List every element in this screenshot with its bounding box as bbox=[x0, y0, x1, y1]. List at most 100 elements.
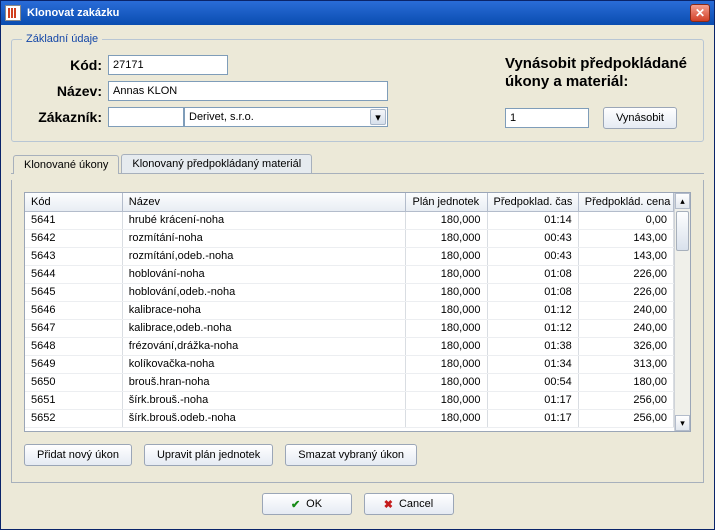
vertical-scrollbar[interactable]: ▴ ▾ bbox=[674, 193, 690, 431]
window-title: Klonovat zakázku bbox=[27, 7, 690, 19]
content: Základní údaje Kód: Název: Zákazník: ▾ bbox=[1, 25, 714, 529]
cell-cas: 00:43 bbox=[487, 247, 578, 265]
tab-panel: Kód Název Plán jednotek Předpoklad. čas … bbox=[11, 180, 704, 483]
cell-cena: 0,00 bbox=[578, 211, 673, 229]
cell-cena: 256,00 bbox=[578, 409, 673, 427]
zakaznik-id-input[interactable] bbox=[108, 107, 184, 127]
scroll-thumb[interactable] bbox=[676, 211, 689, 251]
cell-nazev: hoblování,odeb.-noha bbox=[122, 283, 406, 301]
cell-nazev: šírk.brouš.odeb.-noha bbox=[122, 409, 406, 427]
kod-input[interactable] bbox=[108, 55, 228, 75]
col-header-cas[interactable]: Předpoklad. čas bbox=[487, 193, 578, 211]
cell-cena: 313,00 bbox=[578, 355, 673, 373]
table-row[interactable]: 5648frézování,drážka-noha180,00001:38326… bbox=[25, 337, 674, 355]
cell-kod: 5644 bbox=[25, 265, 122, 283]
group-legend: Základní údaje bbox=[22, 33, 102, 45]
cancel-button[interactable]: ✖ Cancel bbox=[364, 493, 454, 515]
cell-nazev: kalibrace,odeb.-noha bbox=[122, 319, 406, 337]
check-icon: ✔ bbox=[291, 498, 300, 511]
table-row[interactable]: 5652šírk.brouš.odeb.-noha180,00001:17256… bbox=[25, 409, 674, 427]
window: Klonovat zakázku ✕ Základní údaje Kód: N… bbox=[0, 0, 715, 530]
titlebar: Klonovat zakázku ✕ bbox=[1, 1, 714, 25]
chevron-down-icon[interactable]: ▾ bbox=[370, 109, 386, 125]
cell-cena: 256,00 bbox=[578, 391, 673, 409]
cell-plan: 180,000 bbox=[406, 355, 487, 373]
cell-nazev: brouš.hran-noha bbox=[122, 373, 406, 391]
table-row[interactable]: 5650brouš.hran-noha180,00000:54180,00 bbox=[25, 373, 674, 391]
cell-kod: 5647 bbox=[25, 319, 122, 337]
cell-cas: 01:14 bbox=[487, 211, 578, 229]
multiply-input[interactable] bbox=[505, 108, 589, 128]
cell-nazev: rozmítání-noha bbox=[122, 229, 406, 247]
table-row[interactable]: 5646kalibrace-noha180,00001:12240,00 bbox=[25, 301, 674, 319]
cell-cas: 00:43 bbox=[487, 229, 578, 247]
add-task-button[interactable]: Přidat nový úkon bbox=[24, 444, 132, 466]
multiply-title: Vynásobit předpokládané úkony a materiál… bbox=[505, 55, 687, 91]
col-header-kod[interactable]: Kód bbox=[25, 193, 122, 211]
zakaznik-combo[interactable]: ▾ bbox=[184, 107, 388, 127]
cell-cas: 00:54 bbox=[487, 373, 578, 391]
cell-plan: 180,000 bbox=[406, 337, 487, 355]
multiply-title-line2: úkony a materiál: bbox=[505, 73, 628, 90]
delete-task-button[interactable]: Smazat vybraný úkon bbox=[285, 444, 417, 466]
cell-plan: 180,000 bbox=[406, 409, 487, 427]
grid: Kód Název Plán jednotek Předpoklad. čas … bbox=[24, 192, 691, 432]
cell-plan: 180,000 bbox=[406, 265, 487, 283]
scroll-up-button[interactable]: ▴ bbox=[675, 193, 690, 209]
table-row[interactable]: 5643rozmítání,odeb.-noha180,00000:43143,… bbox=[25, 247, 674, 265]
cell-plan: 180,000 bbox=[406, 247, 487, 265]
cell-kod: 5652 bbox=[25, 409, 122, 427]
label-nazev: Název: bbox=[22, 83, 108, 99]
edit-plan-button[interactable]: Upravit plán jednotek bbox=[144, 444, 273, 466]
cell-nazev: hoblování-noha bbox=[122, 265, 406, 283]
cell-plan: 180,000 bbox=[406, 283, 487, 301]
table-row[interactable]: 5642rozmítání-noha180,00000:43143,00 bbox=[25, 229, 674, 247]
cell-cas: 01:38 bbox=[487, 337, 578, 355]
cell-cena: 226,00 bbox=[578, 283, 673, 301]
scroll-down-button[interactable]: ▾ bbox=[675, 415, 690, 431]
cell-kod: 5649 bbox=[25, 355, 122, 373]
cell-plan: 180,000 bbox=[406, 211, 487, 229]
cell-cena: 180,00 bbox=[578, 373, 673, 391]
cell-nazev: rozmítání,odeb.-noha bbox=[122, 247, 406, 265]
close-button[interactable]: ✕ bbox=[690, 4, 710, 22]
table-row[interactable]: 5647kalibrace,odeb.-noha180,00001:12240,… bbox=[25, 319, 674, 337]
dialog-footer: ✔ OK ✖ Cancel bbox=[11, 489, 704, 523]
table-row[interactable]: 5651šírk.brouš.-noha180,00001:17256,00 bbox=[25, 391, 674, 409]
zakaznik-name-input[interactable] bbox=[184, 107, 388, 127]
table-actions: Přidat nový úkon Upravit plán jednotek S… bbox=[24, 444, 691, 466]
cell-kod: 5646 bbox=[25, 301, 122, 319]
col-header-nazev[interactable]: Název bbox=[122, 193, 406, 211]
table-header-row: Kód Název Plán jednotek Předpoklad. čas … bbox=[25, 193, 674, 211]
cell-kod: 5641 bbox=[25, 211, 122, 229]
col-header-plan[interactable]: Plán jednotek bbox=[406, 193, 487, 211]
ok-button[interactable]: ✔ OK bbox=[262, 493, 352, 515]
multiply-panel: Vynásobit předpokládané úkony a materiál… bbox=[505, 55, 693, 129]
label-kod: Kód: bbox=[22, 57, 108, 73]
table-row[interactable]: 5641hrubé krácení-noha180,00001:140,00 bbox=[25, 211, 674, 229]
cell-cas: 01:12 bbox=[487, 319, 578, 337]
cell-cena: 143,00 bbox=[578, 247, 673, 265]
cell-nazev: hrubé krácení-noha bbox=[122, 211, 406, 229]
cell-nazev: kolíkovačka-noha bbox=[122, 355, 406, 373]
table-row[interactable]: 5649kolíkovačka-noha180,00001:34313,00 bbox=[25, 355, 674, 373]
ok-label: OK bbox=[306, 498, 322, 510]
basic-info-group: Základní údaje Kód: Název: Zákazník: ▾ bbox=[11, 33, 704, 142]
cell-plan: 180,000 bbox=[406, 229, 487, 247]
table-row[interactable]: 5645hoblování,odeb.-noha180,00001:08226,… bbox=[25, 283, 674, 301]
cell-plan: 180,000 bbox=[406, 391, 487, 409]
basic-info-fields: Kód: Název: Zákazník: ▾ bbox=[22, 55, 388, 127]
tab-1[interactable]: Klonovaný předpokládaný materiál bbox=[121, 154, 312, 173]
cell-cena: 326,00 bbox=[578, 337, 673, 355]
multiply-button[interactable]: Vynásobit bbox=[603, 107, 677, 129]
cell-cena: 240,00 bbox=[578, 319, 673, 337]
cell-cena: 143,00 bbox=[578, 229, 673, 247]
tab-0[interactable]: Klonované úkony bbox=[13, 155, 119, 174]
scroll-track[interactable] bbox=[675, 209, 690, 415]
nazev-input[interactable] bbox=[108, 81, 388, 101]
col-header-cena[interactable]: Předpoklád. cena bbox=[578, 193, 673, 211]
table-row[interactable]: 5644hoblování-noha180,00001:08226,00 bbox=[25, 265, 674, 283]
cell-kod: 5650 bbox=[25, 373, 122, 391]
multiply-title-line1: Vynásobit předpokládané bbox=[505, 55, 687, 72]
tabs: Klonované úkonyKlonovaný předpokládaný m… bbox=[11, 154, 704, 174]
